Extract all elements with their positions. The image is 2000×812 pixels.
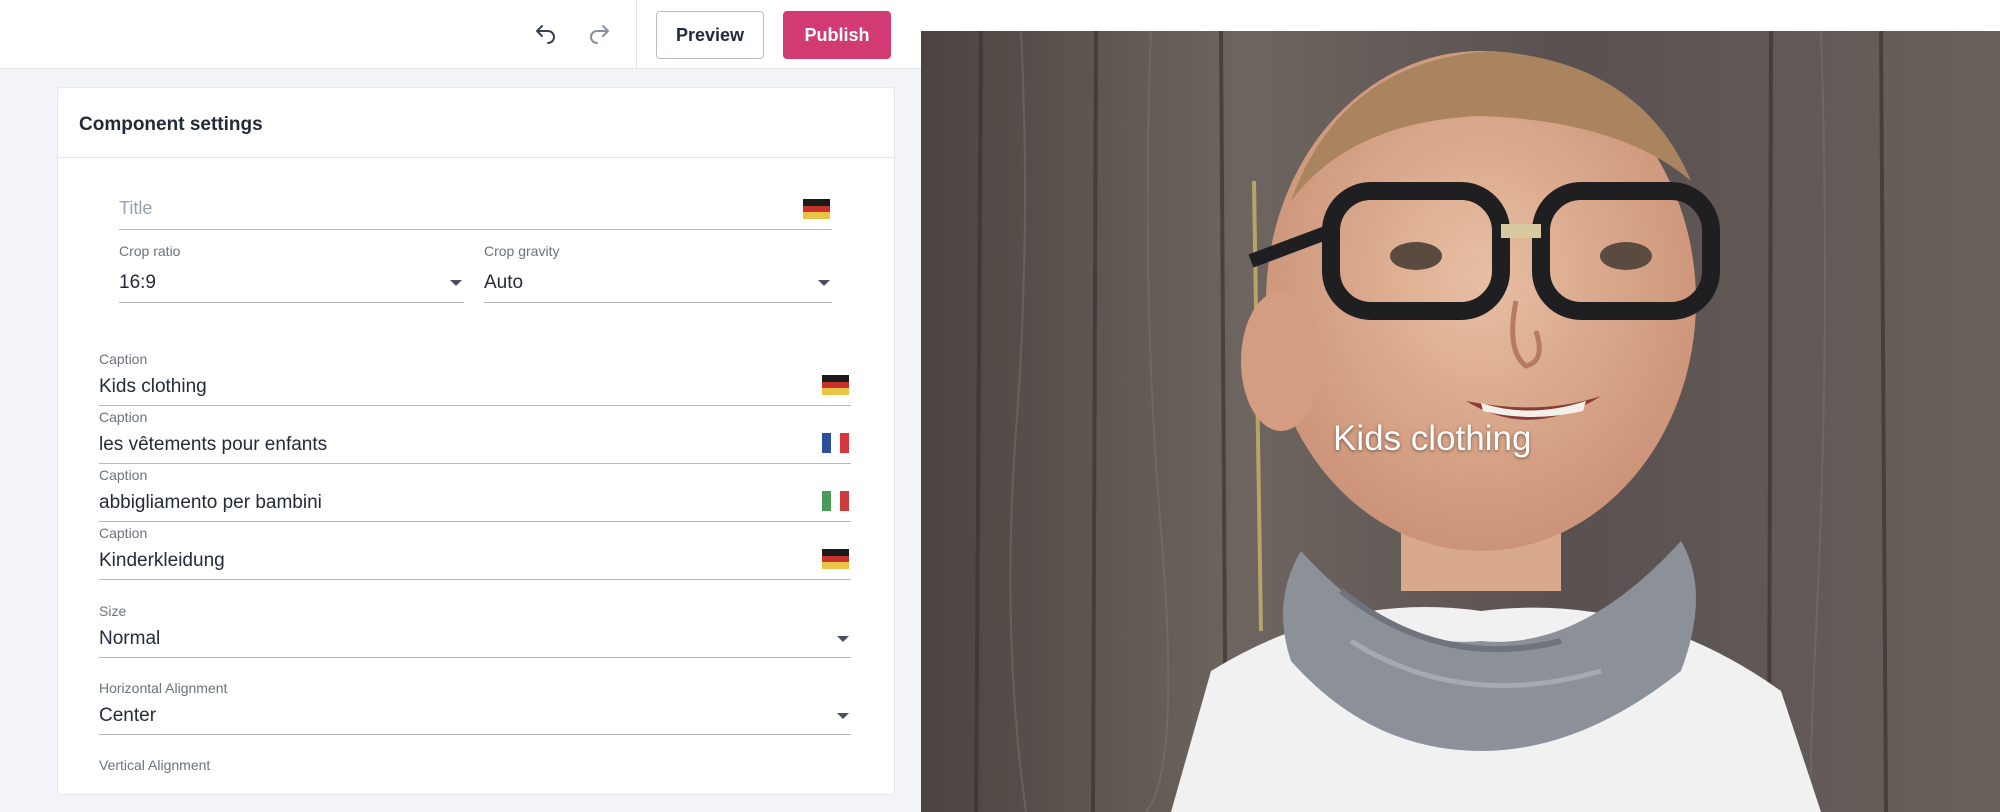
caption-label: Caption bbox=[99, 351, 148, 367]
german-flag-icon[interactable] bbox=[822, 375, 849, 396]
caption-label: Caption bbox=[99, 467, 148, 483]
title-placeholder: Title bbox=[119, 198, 153, 218]
german-flag-icon[interactable] bbox=[822, 549, 849, 570]
chevron-down-icon bbox=[837, 713, 849, 719]
horizontal-alignment-value: Center bbox=[99, 705, 157, 726]
german-flag-icon[interactable] bbox=[803, 199, 830, 220]
size-label: Size bbox=[99, 603, 127, 619]
caption-value: abbigliamento per bambini bbox=[99, 492, 322, 513]
toolbar-divider bbox=[636, 0, 637, 69]
redo-icon[interactable] bbox=[582, 18, 616, 52]
size-value: Normal bbox=[99, 628, 161, 649]
caption-value: Kinderkleidung bbox=[99, 550, 225, 571]
vertical-alignment-label: Vertical Alignment bbox=[99, 757, 211, 773]
caption-field-de[interactable]: Caption Kids clothing bbox=[99, 351, 851, 406]
component-settings-panel: Component settings Title Crop ratio 16:9… bbox=[57, 87, 895, 795]
crop-gravity-select[interactable]: Crop gravity Auto bbox=[484, 243, 832, 303]
undo-icon[interactable] bbox=[529, 18, 563, 52]
caption-field-de-2[interactable]: Caption Kinderkleidung bbox=[99, 525, 851, 580]
panel-header: Component settings bbox=[58, 88, 894, 158]
horizontal-alignment-label: Horizontal Alignment bbox=[99, 680, 228, 696]
preview-image: Kids clothing bbox=[921, 31, 2000, 812]
preview-pane: Kids clothing bbox=[921, 0, 2000, 812]
caption-value: Kids clothing bbox=[99, 376, 207, 397]
italian-flag-icon[interactable] bbox=[822, 491, 849, 511]
french-flag-icon[interactable] bbox=[822, 433, 849, 453]
size-select[interactable]: Size Normal bbox=[99, 603, 851, 658]
panel-title: Component settings bbox=[79, 114, 263, 135]
publish-button[interactable]: Publish bbox=[783, 11, 891, 59]
preview-button[interactable]: Preview bbox=[656, 11, 764, 59]
crop-ratio-select[interactable]: Crop ratio 16:9 bbox=[119, 243, 464, 303]
editor-pane: Preview Publish Component settings Title… bbox=[0, 0, 921, 812]
caption-label: Caption bbox=[99, 409, 148, 425]
chevron-down-icon bbox=[818, 280, 830, 286]
crop-ratio-label: Crop ratio bbox=[119, 243, 181, 259]
editor-toolbar: Preview Publish bbox=[0, 0, 921, 69]
crop-gravity-value: Auto bbox=[484, 272, 524, 293]
chevron-down-icon bbox=[837, 636, 849, 642]
crop-gravity-label: Crop gravity bbox=[484, 243, 560, 259]
caption-field-it[interactable]: Caption abbigliamento per bambini bbox=[99, 467, 851, 522]
crop-ratio-value: 16:9 bbox=[119, 272, 156, 293]
caption-value: les vêtements pour enfants bbox=[99, 434, 328, 455]
title-field[interactable]: Title bbox=[119, 190, 832, 230]
caption-label: Caption bbox=[99, 525, 148, 541]
chevron-down-icon bbox=[450, 280, 462, 286]
caption-field-fr[interactable]: Caption les vêtements pour enfants bbox=[99, 409, 851, 464]
preview-caption: Kids clothing bbox=[1333, 419, 1532, 458]
horizontal-alignment-select[interactable]: Horizontal Alignment Center bbox=[99, 680, 851, 735]
